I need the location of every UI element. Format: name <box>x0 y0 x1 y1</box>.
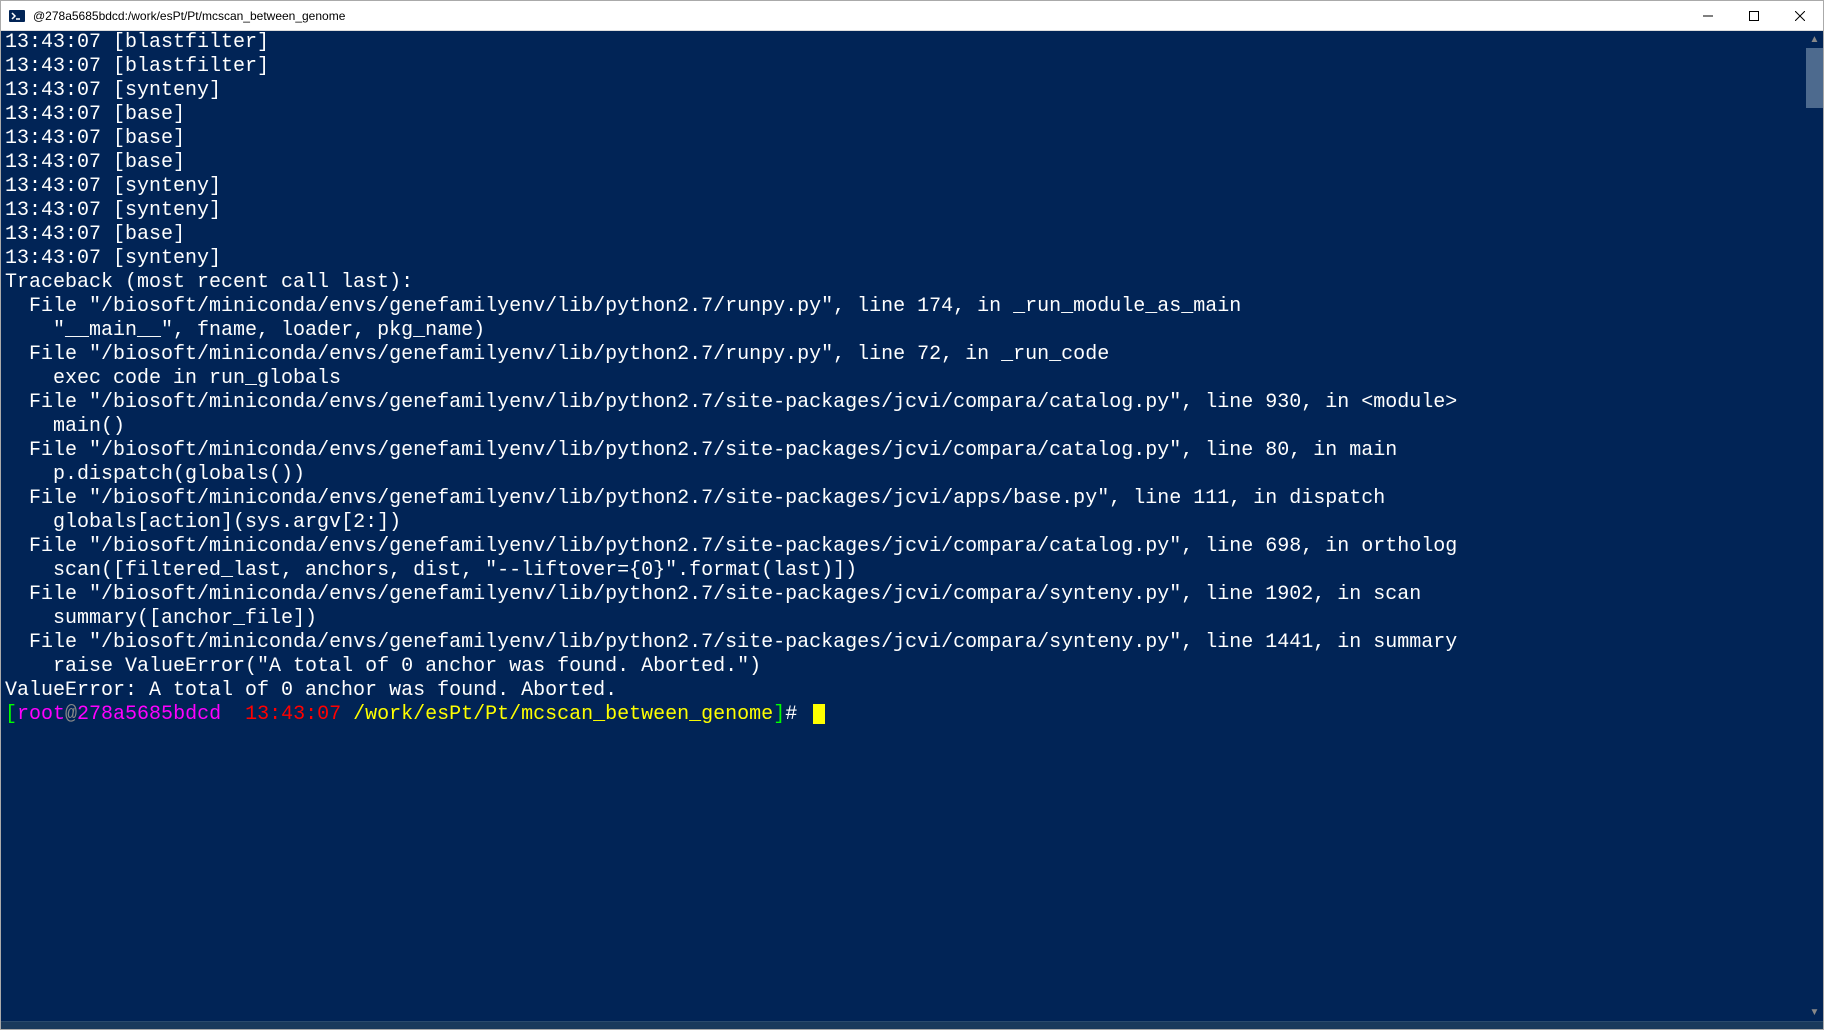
output-line: main() <box>5 415 125 438</box>
output-line: scan([filtered_last, anchors, dist, "--l… <box>5 559 857 582</box>
minimize-button[interactable] <box>1685 1 1731 31</box>
output-line: "__main__", fname, loader, pkg_name) <box>5 319 485 342</box>
output-line: File "/biosoft/miniconda/envs/genefamily… <box>5 343 1109 366</box>
prompt-bracket-close: ] <box>773 703 785 726</box>
prompt-bracket-open: [ <box>5 703 17 726</box>
output-line: raise ValueError("A total of 0 anchor wa… <box>5 655 761 678</box>
output-line: exec code in run_globals <box>5 367 341 390</box>
output-line: 13:43:07 [synteny] <box>5 79 221 102</box>
output-line: p.dispatch(globals()) <box>5 463 305 486</box>
output-line: Traceback (most recent call last): <box>5 271 413 294</box>
scrollbar[interactable]: ▲ ▼ <box>1806 31 1823 1021</box>
prompt-time: 13:43:07 <box>221 703 353 726</box>
terminal-window: @278a5685bdcd:/work/esPt/Pt/mcscan_betwe… <box>0 0 1824 1030</box>
output-line: 13:43:07 [synteny] <box>5 199 221 222</box>
maximize-button[interactable] <box>1731 1 1777 31</box>
output-line: File "/biosoft/miniconda/envs/genefamily… <box>5 487 1385 510</box>
terminal-container: 13:43:07 [blastfilter] 13:43:07 [blastfi… <box>1 31 1823 1021</box>
scrollbar-up-arrow[interactable]: ▲ <box>1806 31 1823 48</box>
output-line: File "/biosoft/miniconda/envs/genefamily… <box>5 439 1397 462</box>
output-line: File "/biosoft/miniconda/envs/genefamily… <box>5 631 1457 654</box>
output-line: 13:43:07 [synteny] <box>5 175 221 198</box>
output-line: ValueError: A total of 0 anchor was foun… <box>5 679 617 702</box>
window-title: @278a5685bdcd:/work/esPt/Pt/mcscan_betwe… <box>33 9 1685 23</box>
prompt-path: /work/esPt/Pt/mcscan_between_genome <box>353 703 773 726</box>
prompt-host: 278a5685bdcd <box>77 703 221 726</box>
output-line: 13:43:07 [synteny] <box>5 247 221 270</box>
prompt-user: root <box>17 703 65 726</box>
output-line: File "/biosoft/miniconda/envs/genefamily… <box>5 583 1421 606</box>
output-line: 13:43:07 [base] <box>5 127 185 150</box>
scrollbar-down-arrow[interactable]: ▼ <box>1806 1004 1823 1021</box>
output-line: File "/biosoft/miniconda/envs/genefamily… <box>5 295 1241 318</box>
window-controls <box>1685 1 1823 31</box>
close-button[interactable] <box>1777 1 1823 31</box>
terminal-output[interactable]: 13:43:07 [blastfilter] 13:43:07 [blastfi… <box>1 31 1823 1021</box>
titlebar[interactable]: @278a5685bdcd:/work/esPt/Pt/mcscan_betwe… <box>1 1 1823 31</box>
output-line: globals[action](sys.argv[2:]) <box>5 511 401 534</box>
powershell-icon <box>9 8 25 24</box>
output-line: File "/biosoft/miniconda/envs/genefamily… <box>5 391 1457 414</box>
output-line: 13:43:07 [base] <box>5 151 185 174</box>
scrollbar-track[interactable] <box>1806 48 1823 1004</box>
output-line: File "/biosoft/miniconda/envs/genefamily… <box>5 535 1457 558</box>
prompt-symbol: # <box>785 703 809 726</box>
cursor <box>813 704 825 724</box>
prompt-at: @ <box>65 703 77 726</box>
output-line: summary([anchor_file]) <box>5 607 317 630</box>
output-line: 13:43:07 [blastfilter] <box>5 55 269 78</box>
taskbar-edge <box>1 1021 1823 1029</box>
output-line: 13:43:07 [base] <box>5 223 185 246</box>
scrollbar-thumb[interactable] <box>1806 48 1823 108</box>
output-line: 13:43:07 [blastfilter] <box>5 31 269 54</box>
output-line: 13:43:07 [base] <box>5 103 185 126</box>
